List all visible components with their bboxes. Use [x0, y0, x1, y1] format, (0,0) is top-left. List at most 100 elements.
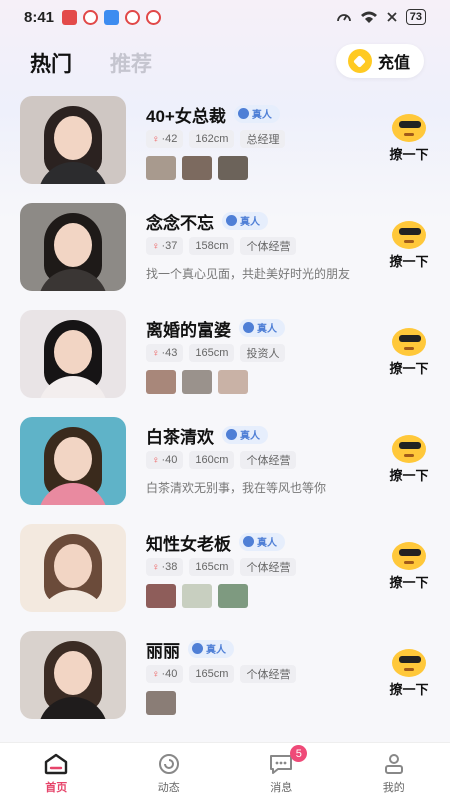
- user-avatar[interactable]: [20, 631, 126, 719]
- verified-badge: 真人: [222, 211, 268, 230]
- user-photo-thumb[interactable]: [146, 156, 176, 180]
- tab-recommend[interactable]: 推荐: [110, 48, 152, 78]
- user-photo-thumb[interactable]: [146, 370, 176, 394]
- job-tag: 投资人: [240, 344, 286, 362]
- user-name: 40+女总裁 真人: [146, 102, 280, 127]
- user-tags: ♀ · 37 158cm 个体经营: [146, 237, 297, 255]
- nav-messages[interactable]: 5 消息: [225, 743, 338, 800]
- height-tag: 165cm: [189, 665, 235, 683]
- user-avatar[interactable]: [20, 524, 126, 612]
- say-hi-label: 撩一下: [389, 575, 429, 590]
- battery-indicator: 73: [405, 9, 426, 25]
- user-card[interactable]: 念念不忘 真人 ♀ · 37 158cm 个体经营 找一个真心见面，共赴美好时光的朋友…: [0, 203, 450, 310]
- say-hi-button[interactable]: 撩一下: [388, 435, 430, 484]
- nav-moments[interactable]: 动态: [113, 743, 226, 800]
- coin-icon: [347, 49, 372, 73]
- nav-home-label: 首页: [45, 782, 68, 794]
- female-icon: ♀: [152, 668, 160, 680]
- recharge-button[interactable]: 充值: [335, 44, 424, 78]
- age-tag: ♀ · 37: [146, 237, 184, 255]
- verified-badge: 真人: [239, 318, 285, 337]
- user-photo-thumb[interactable]: [218, 156, 248, 180]
- speed-icon: [336, 14, 351, 22]
- user-photos: [146, 370, 248, 394]
- recharge-label: 充值: [377, 55, 410, 72]
- user-photo-thumb[interactable]: [182, 156, 212, 180]
- notification-icons: [62, 9, 162, 25]
- user-list: 40+女总裁 真人 ♀ · 42 162cm 总经理 撩一下 念念不忘 真人 ♀ · 37 …: [0, 96, 450, 738]
- height-tag: 158cm: [189, 237, 235, 255]
- user-avatar[interactable]: [20, 417, 126, 505]
- say-hi-button[interactable]: 撩一下: [388, 649, 430, 698]
- say-hi-label: 撩一下: [389, 254, 429, 269]
- user-card[interactable]: 知性女老板 真人 ♀ · 38 165cm 个体经营 撩一下: [0, 524, 450, 631]
- say-hi-button[interactable]: 撩一下: [388, 114, 430, 163]
- user-avatar[interactable]: [20, 310, 126, 398]
- wifi-icon: [360, 11, 377, 23]
- top-header: 热门 推荐 充值: [0, 40, 450, 86]
- verified-icon: [237, 108, 249, 119]
- user-bio: 白茶清欢无别事，我在等风也等你: [146, 481, 327, 495]
- user-card[interactable]: 白茶清欢 真人 ♀ · 40 160cm 个体经营 白茶清欢无别事，我在等风也等你 撩…: [0, 417, 450, 524]
- tab-hot[interactable]: 热门: [30, 48, 72, 78]
- height-tag: 165cm: [189, 558, 235, 576]
- nav-messages-label: 消息: [270, 782, 293, 794]
- user-tags: ♀ · 40 165cm 个体经营: [146, 665, 297, 683]
- nav-mine[interactable]: 我的: [338, 743, 450, 800]
- user-card[interactable]: 丽丽 真人 ♀ · 40 165cm 个体经营 撩一下: [0, 631, 450, 738]
- age-tag: ♀ · 43: [146, 344, 184, 362]
- app-notification-icon: [62, 9, 78, 25]
- age-tag: ♀ · 40: [146, 665, 184, 683]
- bottom-nav: 首页 动态 5 消息 我的: [0, 742, 450, 800]
- age-tag: ♀ · 42: [146, 130, 184, 148]
- user-name: 知性女老板 真人: [146, 530, 285, 555]
- user-photo-thumb[interactable]: [146, 584, 176, 608]
- user-photo-thumb[interactable]: [218, 584, 248, 608]
- message-count-badge: 5: [290, 745, 308, 762]
- say-hi-button[interactable]: 撩一下: [388, 221, 430, 270]
- verified-icon: [243, 536, 254, 547]
- user-card[interactable]: 离婚的富婆 真人 ♀ · 43 165cm 投资人 撩一下: [0, 310, 450, 417]
- job-tag: 个体经营: [240, 451, 297, 469]
- verified-badge: 真人: [222, 425, 268, 444]
- weibo-notification-icon: [83, 9, 99, 25]
- status-right: 73: [336, 9, 426, 25]
- say-hi-label: 撩一下: [389, 682, 429, 697]
- user-name: 离婚的富婆 真人: [146, 316, 285, 341]
- user-card[interactable]: 40+女总裁 真人 ♀ · 42 162cm 总经理 撩一下: [0, 96, 450, 203]
- user-tags: ♀ · 42 162cm 总经理: [146, 130, 286, 148]
- say-hi-label: 撩一下: [389, 361, 429, 376]
- user-photo-thumb[interactable]: [182, 584, 212, 608]
- user-photo-thumb[interactable]: [182, 370, 212, 394]
- user-photo-thumb[interactable]: [218, 370, 248, 394]
- job-tag: 个体经营: [240, 237, 297, 255]
- female-icon: ♀: [152, 347, 160, 359]
- verified-icon: [243, 322, 254, 333]
- user-tags: ♀ · 40 160cm 个体经营: [146, 451, 297, 469]
- height-tag: 165cm: [189, 344, 235, 362]
- user-avatar[interactable]: [20, 96, 126, 184]
- verified-badge: 真人: [239, 532, 285, 551]
- job-tag: 个体经营: [240, 665, 297, 683]
- user-photos: [146, 691, 176, 715]
- home-icon: [45, 753, 68, 775]
- cool-emoji-icon: [392, 542, 426, 570]
- verified-icon: [226, 215, 237, 226]
- height-tag: 162cm: [189, 130, 235, 148]
- female-icon: ♀: [152, 240, 160, 252]
- cool-emoji-icon: [392, 649, 426, 677]
- say-hi-button[interactable]: 撩一下: [388, 328, 430, 377]
- user-name: 白茶清欢 真人: [146, 423, 268, 448]
- user-name: 丽丽 真人: [146, 637, 234, 662]
- weibo-notification-icon: [125, 9, 141, 25]
- user-tags: ♀ · 43 165cm 投资人: [146, 344, 286, 362]
- age-tag: ♀ · 40: [146, 451, 184, 469]
- height-tag: 160cm: [189, 451, 235, 469]
- user-avatar[interactable]: [20, 203, 126, 291]
- job-tag: 总经理: [240, 130, 286, 148]
- user-photos: [146, 584, 248, 608]
- user-photo-thumb[interactable]: [146, 691, 176, 715]
- female-icon: ♀: [152, 561, 160, 573]
- nav-home[interactable]: 首页: [0, 743, 113, 800]
- say-hi-button[interactable]: 撩一下: [388, 542, 430, 591]
